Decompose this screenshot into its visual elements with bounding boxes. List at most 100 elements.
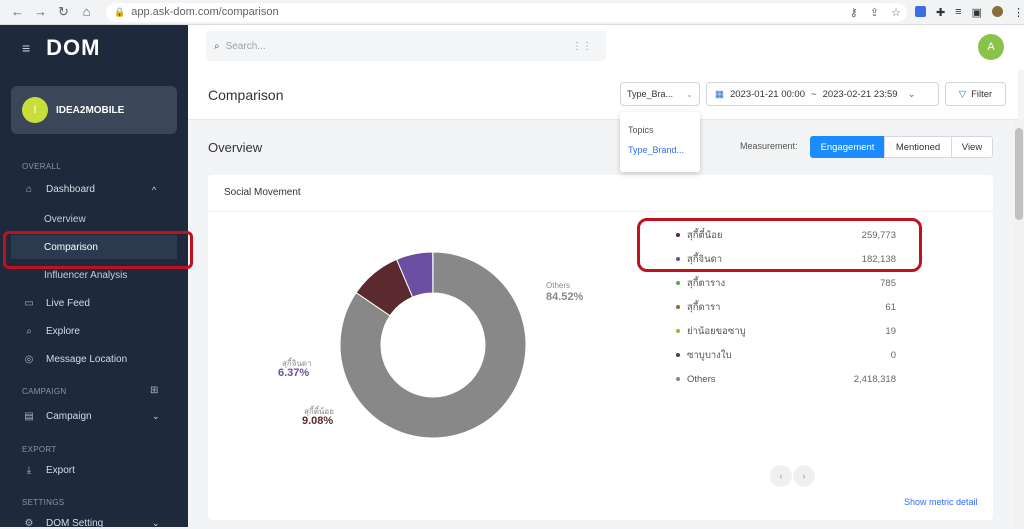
sidebar-item-livefeed[interactable]: ▭ Live Feed: [22, 298, 90, 309]
calendar-icon: ▦: [715, 89, 724, 100]
legend-dot: [676, 281, 680, 285]
sidebar-item-label: Dashboard: [46, 184, 95, 195]
date-end: 2023-02-21 23:59: [823, 89, 898, 100]
legend-item[interactable]: ย่าน้อยขอซาบู19: [676, 324, 896, 338]
document-icon: ▤: [22, 411, 36, 422]
legend-value: 0: [891, 350, 896, 361]
star-icon[interactable]: ☆: [891, 6, 901, 19]
home-icon: ⌂: [22, 184, 36, 195]
download-icon: ⤓: [22, 465, 36, 476]
avatar[interactable]: A: [978, 34, 1004, 60]
tab-view[interactable]: View: [951, 136, 993, 158]
sidebar-item-campaign[interactable]: ▤ Campaign ⌄: [22, 411, 92, 422]
legend-item[interactable]: ซาบูบางใบ 0: [676, 348, 896, 362]
sidebar-item-label: Message Location: [46, 354, 127, 365]
url-text: app.ask-dom.com/comparison: [131, 6, 278, 18]
legend-label: Others: [687, 374, 716, 385]
sidebar-item-influencer[interactable]: Influencer Analysis: [44, 270, 127, 281]
type-select-value: Type_Bra...: [627, 89, 673, 99]
legend-label: ซาบูบางใบ: [687, 348, 732, 363]
sidebar-item-export[interactable]: ⤓ Export: [22, 465, 75, 476]
tab-mentioned[interactable]: Mentioned: [884, 136, 952, 158]
page-header: Comparison Type_Bra... ⌄ ▦ 2023-01-21 00…: [188, 70, 1018, 120]
sidebar-item-explore[interactable]: ⌕ Explore: [22, 326, 80, 337]
tab-engagement[interactable]: Engagement: [810, 136, 885, 158]
pie-value-s2: 6.37%: [278, 367, 309, 379]
sidebar-item-dashboard[interactable]: ⌂ Dashboard ^: [22, 184, 95, 195]
key-icon[interactable]: ⚷: [850, 6, 858, 19]
legend-item[interactable]: สุกี้ดารา 61: [676, 300, 896, 314]
show-metric-link[interactable]: Show metric detail: [904, 497, 978, 507]
back-icon[interactable]: ←: [6, 4, 29, 20]
legend-dot: [676, 305, 680, 309]
legend-label: สุกี้ดารา: [687, 300, 721, 315]
legend-dot: [676, 353, 680, 357]
legend-label: สุกี้ตาราง: [687, 276, 725, 291]
sidebar-item-dom-setting[interactable]: ⚙ DOM Setting ⌄: [22, 518, 103, 529]
address-bar[interactable]: 🔒 app.ask-dom.com/comparison ⚷ ⇪ ☆: [106, 3, 907, 22]
dropdown-option-topics[interactable]: Topics: [628, 125, 654, 135]
search-icon: ⌕: [214, 41, 220, 52]
profile-icon[interactable]: [992, 6, 1003, 17]
pie-value-others: 84.52%: [546, 291, 583, 303]
pie-label-others: Others: [546, 281, 570, 290]
chevron-down-icon: ⌄: [908, 89, 916, 100]
scrollbar-thumb[interactable]: [1015, 128, 1023, 220]
section-campaign: CAMPAIGN: [22, 387, 66, 396]
type-dropdown-menu: Topics Type_Brand...: [620, 112, 700, 172]
sidebar-item-message-location[interactable]: ◎ Message Location: [22, 354, 127, 365]
sidepanel-icon[interactable]: ▣: [972, 6, 982, 19]
puzzle-icon[interactable]: ✚: [936, 6, 945, 19]
chat-icon: ▭: [22, 298, 36, 309]
next-page-button[interactable]: ›: [793, 465, 815, 487]
scrollbar[interactable]: [1014, 120, 1024, 527]
user-card[interactable]: I IDEA2MOBILE: [11, 86, 177, 134]
filter-button[interactable]: ▽ Filter: [945, 82, 1006, 106]
type-select[interactable]: Type_Bra... ⌄: [620, 82, 700, 106]
extension-icon[interactable]: [915, 6, 926, 17]
search-icon: ⌕: [22, 326, 36, 337]
sidebar-item-label: Live Feed: [46, 298, 90, 309]
menu-icon[interactable]: ⋮: [1013, 6, 1024, 19]
media-icon[interactable]: ≡: [955, 6, 961, 19]
sidebar-item-label: Explore: [46, 326, 80, 337]
highlight-box-legend: [637, 218, 922, 272]
highlight-box-sidebar: [3, 231, 193, 269]
section-settings: SETTINGS: [22, 498, 64, 507]
user-name: IDEA2MOBILE: [56, 105, 124, 116]
dropdown-option-type-brand[interactable]: Type_Brand...: [628, 145, 684, 155]
sidebar: ≡ DOM I IDEA2MOBILE OVERALL ⌂ Dashboard …: [0, 25, 188, 527]
prev-page-button[interactable]: ‹: [770, 465, 792, 487]
legend-dot: [676, 329, 680, 333]
legend-label: ย่าน้อยขอซาบู: [687, 324, 746, 339]
forward-icon[interactable]: →: [29, 4, 52, 20]
hamburger-icon[interactable]: ≡: [22, 40, 30, 56]
date-start: 2023-01-21 00:00: [730, 89, 805, 100]
lock-icon: 🔒: [114, 7, 125, 18]
sidebar-item-overview[interactable]: Overview: [44, 214, 86, 225]
browser-toolbar: ← → ↻ ⌂ 🔒 app.ask-dom.com/comparison ⚷ ⇪…: [0, 0, 1024, 25]
filter-label: Filter: [971, 89, 992, 100]
topbar: ⌕ Search... ⋮⋮ A: [188, 25, 1024, 70]
location-pin-icon: ◎: [22, 354, 36, 365]
date-range-picker[interactable]: ▦ 2023-01-21 00:00 ~ 2023-02-21 23:59 ⌄: [706, 82, 939, 106]
logo[interactable]: DOM: [46, 35, 100, 61]
page-title: Comparison: [208, 87, 283, 103]
add-campaign-icon[interactable]: ⊞: [150, 385, 158, 396]
tune-icon[interactable]: ⋮⋮: [572, 41, 592, 52]
chevron-down-icon: ⌄: [686, 90, 693, 99]
legend-item[interactable]: สุกี้ตาราง 785: [676, 276, 896, 290]
home-icon[interactable]: ⌂: [75, 4, 98, 20]
share-icon[interactable]: ⇪: [870, 6, 879, 19]
legend-dot: [676, 377, 680, 381]
legend-value: 61: [885, 302, 896, 313]
sidebar-item-label: Export: [46, 465, 75, 476]
section-title: Overview: [208, 140, 262, 155]
legend-item[interactable]: Others2,418,318: [676, 372, 896, 386]
legend-value: 785: [880, 278, 896, 289]
reload-icon[interactable]: ↻: [52, 4, 75, 20]
measurement-label: Measurement:: [740, 141, 798, 151]
pie-value-s1: 9.08%: [302, 415, 333, 427]
search-input[interactable]: ⌕ Search... ⋮⋮: [206, 31, 606, 61]
avatar: I: [22, 97, 48, 123]
